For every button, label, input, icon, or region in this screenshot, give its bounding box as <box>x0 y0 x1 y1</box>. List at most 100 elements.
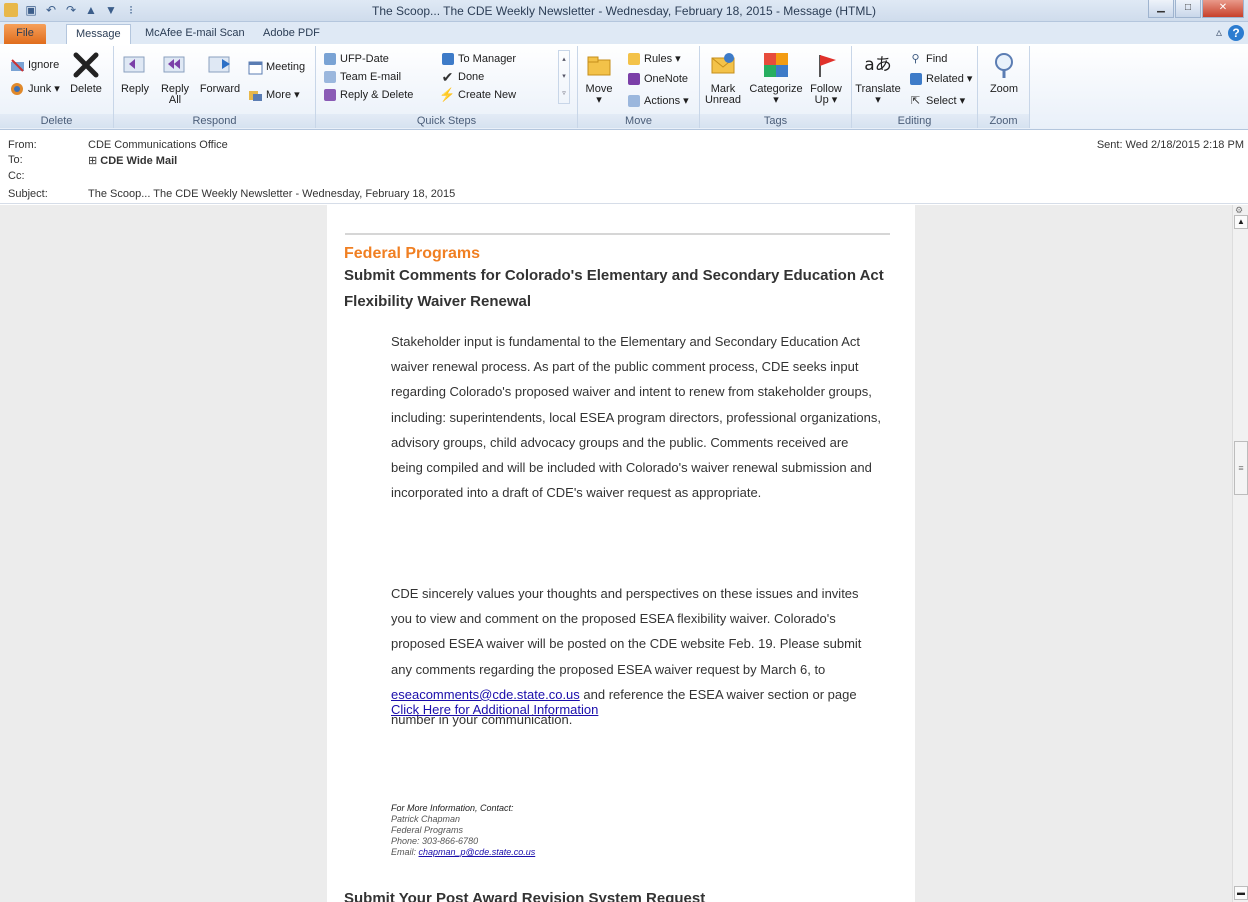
group-editing: aあ Translate ▾ ⚲ Find Related ▾ ⇱ Select ▾… <box>852 46 978 128</box>
related-button[interactable]: Related ▾ <box>908 70 972 88</box>
reply-delete-icon <box>322 88 337 103</box>
follow-up-button[interactable]: Follow Up ▾ <box>806 50 846 106</box>
meeting-button[interactable]: Meeting <box>248 58 305 76</box>
zoom-button[interactable]: Zoom <box>986 50 1022 95</box>
dropdown-icon: ▾ <box>773 94 779 106</box>
vertical-scrollbar[interactable]: ⚙ ▲ ≡ ▬ <box>1232 205 1248 902</box>
subject-value: The Scoop... The CDE Weekly Newsletter -… <box>88 188 456 200</box>
email-link[interactable]: eseacomments@cde.state.co.us <box>391 687 580 702</box>
sent-date: Sent: Wed 2/18/2015 2:18 PM <box>1096 139 1244 151</box>
ribbon: Ignore Junk ▾ Delete Delete Reply Reply A… <box>0 44 1248 130</box>
team-email-icon <box>322 70 337 85</box>
quickstep-scroll[interactable]: ▴ ▾ ▿ <box>558 50 570 104</box>
reply-icon <box>120 50 150 80</box>
contact-email-link[interactable]: chapman_p@cde.state.co.us <box>419 847 536 857</box>
delete-button[interactable]: Delete <box>66 50 106 95</box>
group-label: Quick Steps <box>316 114 577 128</box>
dropdown-icon: ▾ <box>675 53 681 65</box>
article-heading: Submit Comments for Colorado's Elementar… <box>344 267 884 310</box>
tab-file[interactable]: File <box>4 24 46 44</box>
onenote-button[interactable]: OneNote <box>626 70 688 88</box>
select-button[interactable]: ⇱ Select ▾ <box>908 92 965 110</box>
contact-department: Federal Programs <box>391 825 464 835</box>
tab-adobe-pdf[interactable]: Adobe PDF <box>254 24 329 44</box>
junk-button[interactable]: Junk ▾ <box>10 80 60 98</box>
dropdown-icon: ▾ <box>875 94 881 106</box>
scroll-up-arrow[interactable]: ▲ <box>1234 215 1248 229</box>
subject-label: Subject: <box>8 188 48 200</box>
title-bar: ▣ ↶ ↷ ▲ ▼ ⁝ The Scoop... The CDE Weekly … <box>0 0 1248 22</box>
expand-icon[interactable]: ⊞ <box>88 155 100 167</box>
folder-icon <box>584 50 614 80</box>
dropdown-icon: ▾ <box>596 94 602 106</box>
ignore-button[interactable]: Ignore <box>10 56 59 74</box>
help-area: ▵ ? <box>1216 25 1244 41</box>
from-value[interactable]: CDE Communications Office <box>88 139 228 151</box>
close-button[interactable]: ✕ <box>1202 0 1244 18</box>
article-paragraph: Stakeholder input is fundamental to the … <box>391 334 881 501</box>
to-label: To: <box>8 154 23 166</box>
dropdown-icon: ▾ <box>966 73 973 85</box>
quickstep-icon <box>322 52 337 67</box>
quickstep-ufp-date[interactable]: UFP-Date <box>322 50 389 68</box>
minimize-button[interactable]: ▁ <box>1148 0 1174 18</box>
rules-icon <box>626 52 641 67</box>
quickstep-done[interactable]: ✔ Done <box>440 68 485 86</box>
quickstep-team-email[interactable]: Team E-mail <box>322 68 401 86</box>
group-label: Move <box>578 114 699 128</box>
quickstep-create-new[interactable]: ⚡ Create New <box>439 86 516 104</box>
binoculars-icon: ⚲ <box>911 53 920 65</box>
move-button[interactable]: Move ▾ <box>584 50 614 106</box>
actions-icon <box>626 94 641 109</box>
mark-unread-button[interactable]: Mark Unread <box>704 50 742 106</box>
envelope-icon <box>708 50 738 80</box>
divider <box>345 233 890 235</box>
contact-block: For More Information, Contact: Patrick C… <box>391 803 535 858</box>
collapse-ribbon-icon[interactable]: ▵ <box>1216 25 1222 41</box>
tab-mcafee-email-scan[interactable]: McAfee E-mail Scan <box>136 24 254 44</box>
scroll-down-arrow[interactable]: ▬ <box>1234 886 1248 900</box>
group-label: Tags <box>700 114 851 128</box>
to-value[interactable]: ⊞ CDE Wide Mail <box>88 154 177 167</box>
forward-icon <box>205 50 235 80</box>
group-move: Move ▾ Rules ▾ OneNote Actions ▾ Move <box>578 46 700 128</box>
more-info-link-container: Click Here for Additional Information <box>391 702 598 717</box>
group-label: Respond <box>114 114 315 128</box>
cc-label: Cc: <box>8 170 25 182</box>
more-info-link[interactable]: Click Here for Additional Information <box>391 702 598 717</box>
reply-all-icon <box>160 50 190 80</box>
more-icon <box>248 88 263 103</box>
dropdown-icon: ▾ <box>959 95 966 107</box>
quickstep-to-manager[interactable]: To Manager <box>440 50 516 68</box>
maximize-button[interactable]: □ <box>1175 0 1201 18</box>
find-button[interactable]: ⚲ Find <box>908 50 947 68</box>
forward-button[interactable]: Forward <box>200 50 240 95</box>
reply-button[interactable]: Reply <box>120 50 150 95</box>
scroll-thumb[interactable]: ≡ <box>1234 441 1248 495</box>
group-label: Editing <box>852 114 977 128</box>
group-respond: Reply Reply All Forward Meeting More ▾ Re… <box>114 46 316 128</box>
ignore-icon <box>10 58 25 73</box>
contact-heading: For More Information, Contact: <box>391 803 514 813</box>
translate-button[interactable]: aあ Translate ▾ <box>855 50 900 106</box>
delete-icon <box>71 50 101 80</box>
meeting-icon <box>248 60 263 75</box>
quickstep-reply-delete[interactable]: Reply & Delete <box>322 86 413 104</box>
reply-all-button[interactable]: Reply All <box>158 50 192 106</box>
related-icon <box>908 72 923 87</box>
rules-button[interactable]: Rules ▾ <box>626 50 681 68</box>
newsletter-content: Federal Programs Submit Comments for Col… <box>327 205 915 902</box>
group-label: Zoom <box>978 114 1029 128</box>
contact-email-line: Email: chapman_p@cde.state.co.us <box>391 847 536 857</box>
magnifier-icon <box>989 50 1019 80</box>
actions-button[interactable]: Actions ▾ <box>626 92 689 110</box>
contact-name: Patrick Chapman <box>391 814 461 824</box>
more-respond-button[interactable]: More ▾ <box>248 86 300 104</box>
group-delete: Ignore Junk ▾ Delete Delete <box>0 46 114 128</box>
dropdown-icon: ▾ <box>683 95 689 107</box>
group-label: Delete <box>0 114 113 128</box>
help-icon[interactable]: ? <box>1228 25 1244 41</box>
from-label: From: <box>8 139 37 151</box>
categorize-button[interactable]: Categorize ▾ <box>748 50 804 106</box>
tab-message[interactable]: Message <box>66 24 131 44</box>
